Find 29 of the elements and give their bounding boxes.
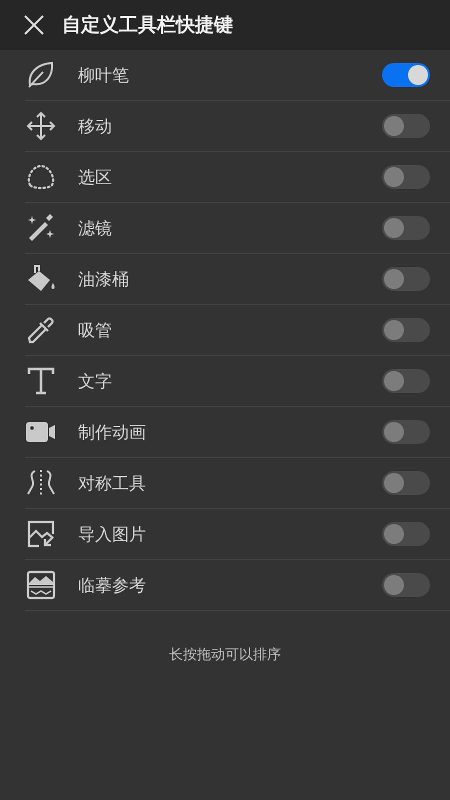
tool-label: 吸管: [78, 320, 113, 342]
tool-label: 油漆桶: [78, 268, 130, 290]
tool-label: 临摹参考: [78, 574, 147, 596]
tool-label: 选区: [78, 166, 113, 188]
move-icon: [25, 110, 57, 142]
image-icon: [25, 518, 57, 550]
tool-label: 柳叶笔: [78, 64, 130, 86]
toggle-switch[interactable]: [382, 369, 430, 393]
text-icon: [25, 365, 57, 397]
toggle-switch[interactable]: [382, 267, 430, 291]
reference-image-icon: [25, 569, 57, 601]
toggle-switch[interactable]: [382, 471, 430, 495]
toggle-switch[interactable]: [382, 63, 430, 87]
tool-label: 制作动画: [78, 422, 147, 444]
tool-label: 导入图片: [78, 524, 147, 546]
toggle-switch[interactable]: [382, 573, 430, 597]
tool-label: 对称工具: [78, 472, 147, 494]
tool-label: 移动: [78, 116, 113, 138]
page-title: 自定义工具栏快捷键: [62, 13, 233, 38]
toggle-switch[interactable]: [382, 114, 430, 138]
toggle-switch[interactable]: [382, 165, 430, 189]
tool-label: 滤镜: [78, 218, 113, 240]
close-icon[interactable]: [23, 14, 45, 36]
toggle-switch[interactable]: [382, 420, 430, 444]
toggle-switch[interactable]: [382, 216, 430, 240]
tool-label: 文字: [78, 370, 113, 392]
toggle-switch[interactable]: [382, 318, 430, 342]
hint-text: 长按拖动可以排序: [168, 646, 282, 664]
toggle-switch[interactable]: [382, 522, 430, 546]
